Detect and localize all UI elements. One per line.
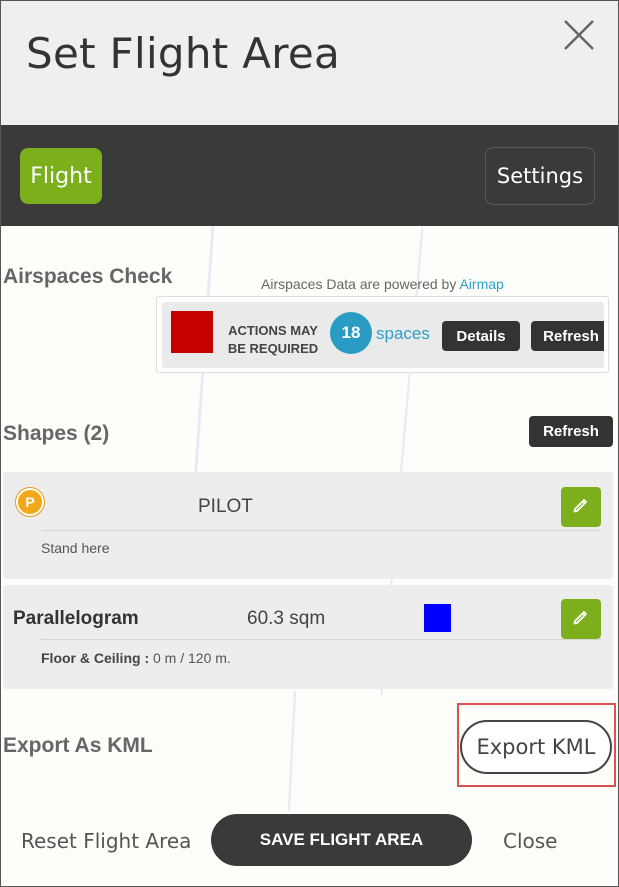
airmap-link[interactable]: Airmap: [459, 276, 503, 292]
shape-name: PILOT: [198, 496, 253, 517]
airspaces-status-panel: ACTIONS MAY BE REQUIRED 18 spaces Detail…: [162, 302, 604, 368]
pencil-icon: [572, 496, 590, 519]
reset-flight-area-button[interactable]: Reset Flight Area: [21, 829, 191, 853]
floor-ceiling-label: Floor & Ceiling :: [41, 650, 150, 666]
edit-shape-button[interactable]: [561, 487, 601, 527]
pencil-icon: [572, 608, 590, 631]
shapes-heading: Shapes (2): [3, 422, 110, 445]
powered-by-text: Airspaces Data are powered by: [261, 276, 460, 292]
airspaces-powered-by: Airspaces Data are powered by Airmap: [261, 276, 504, 292]
status-line-1: ACTIONS MAY: [228, 323, 318, 338]
shape-area: 60.3 sqm: [247, 608, 326, 629]
tab-bar: Flight Settings: [1, 125, 618, 226]
shape-card-parallelogram: Parallelogram 60.3 sqm Floor & Ceiling :…: [3, 585, 613, 689]
close-icon[interactable]: [561, 17, 597, 53]
shape-name: Parallelogram: [13, 608, 139, 629]
map-background-line: [287, 691, 297, 811]
tab-flight[interactable]: Flight: [20, 148, 102, 204]
status-line-2: BE REQUIRED: [227, 341, 319, 356]
status-color-indicator: [171, 311, 213, 353]
edit-shape-button[interactable]: [561, 599, 601, 639]
set-flight-area-dialog: Set Flight Area Flight Settings Airspace…: [0, 0, 619, 887]
shape-card-pilot: P PILOT Stand here: [3, 472, 613, 579]
floor-ceiling-value: 0 m / 120 m.: [149, 650, 231, 666]
export-kml-button[interactable]: Export KML: [460, 720, 612, 774]
status-text: ACTIONS MAY BE REQUIRED: [220, 322, 326, 358]
pilot-marker-icon: P: [16, 488, 44, 516]
details-button[interactable]: Details: [442, 321, 520, 351]
card-divider: [41, 530, 601, 531]
airspaces-heading: Airspaces Check: [3, 265, 173, 288]
airspaces-status-box: ACTIONS MAY BE REQUIRED 18 spaces Detail…: [156, 296, 609, 373]
airspaces-refresh-button[interactable]: Refresh: [531, 321, 604, 351]
shape-color-swatch[interactable]: [424, 604, 451, 632]
shapes-refresh-button[interactable]: Refresh: [529, 416, 613, 447]
shape-note: Stand here: [41, 540, 110, 556]
spaces-link[interactable]: spaces: [376, 324, 430, 344]
dialog-title: Set Flight Area: [26, 29, 341, 78]
floor-ceiling-row: Floor & Ceiling : 0 m / 120 m.: [41, 650, 231, 666]
airspace-count-badge: 18: [330, 312, 372, 354]
dialog-header: Set Flight Area: [1, 1, 618, 125]
tab-settings[interactable]: Settings: [485, 147, 595, 205]
close-button[interactable]: Close: [503, 829, 557, 853]
export-heading: Export As KML: [3, 734, 153, 757]
save-flight-area-button[interactable]: SAVE FLIGHT AREA: [211, 814, 472, 866]
card-divider: [41, 639, 601, 640]
